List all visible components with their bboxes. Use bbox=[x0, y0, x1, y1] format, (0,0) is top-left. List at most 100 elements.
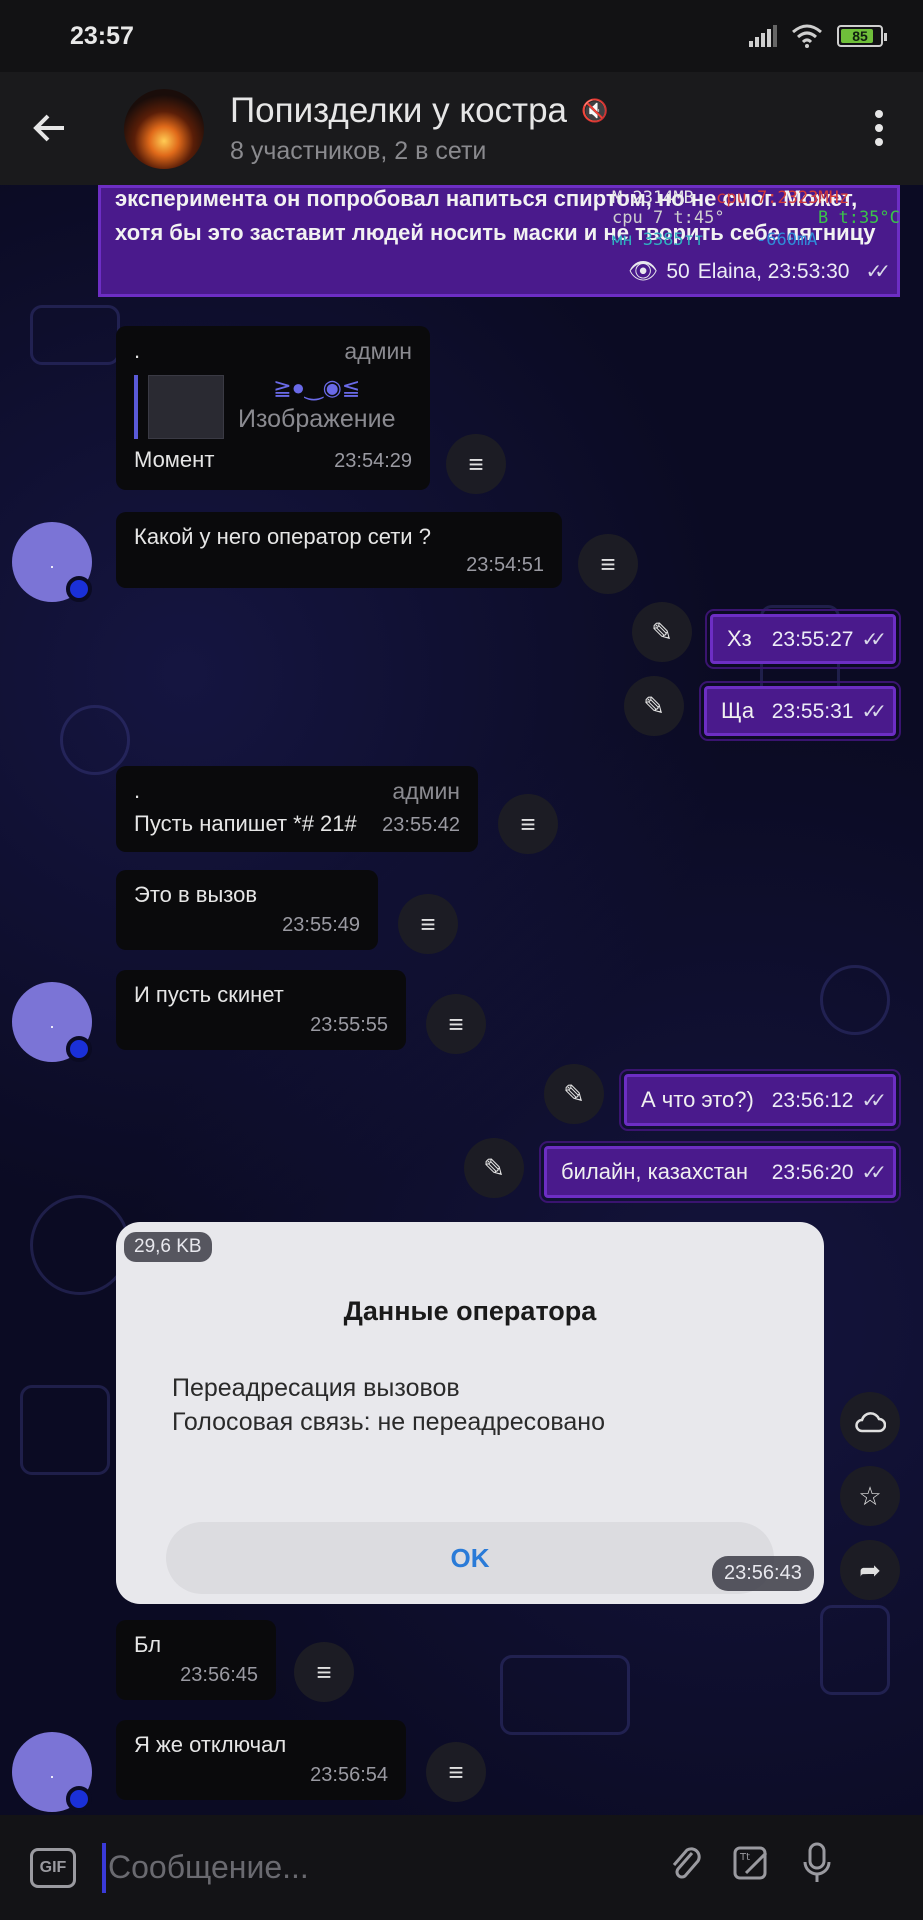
back-arrow-icon[interactable] bbox=[32, 104, 92, 154]
chat-avatar[interactable] bbox=[124, 88, 204, 169]
message-incoming[interactable]: Бл 23:56:45 bbox=[116, 1620, 276, 1700]
chat-title-block[interactable]: Попизделки у костра 🔇 8 участников, 2 в … bbox=[230, 91, 608, 166]
views-count: 50 bbox=[666, 259, 690, 283]
message-text: А что это?) bbox=[641, 1087, 754, 1112]
favorite-button[interactable]: ☆ bbox=[840, 1466, 900, 1526]
edit-pencil-button[interactable]: ✎ bbox=[544, 1064, 604, 1124]
menu-lines-icon: ≡ bbox=[468, 448, 484, 479]
photo-time-badge: 23:56:43 bbox=[712, 1556, 814, 1591]
svg-text:Tt: Tt bbox=[739, 1852, 750, 1863]
message-actions-button[interactable]: ≡ bbox=[426, 994, 486, 1054]
read-check-icon: ✓✓ bbox=[861, 1162, 886, 1184]
status-icons: 85 bbox=[749, 24, 887, 48]
read-check-icon: ✓✓ bbox=[861, 1090, 886, 1112]
message-time: 23:56:12 bbox=[771, 1089, 854, 1112]
message-meta: 👁 50 Elaina, 23:53:30 ✓✓ bbox=[627, 257, 891, 286]
message-actions-button[interactable]: ≡ bbox=[498, 794, 558, 854]
message-actions-button[interactable]: ≡ bbox=[398, 894, 458, 954]
message-outgoing[interactable]: А что это?) 23:56:12 ✓✓ bbox=[619, 1069, 901, 1131]
message-time: 23:54:51 bbox=[466, 554, 544, 576]
pencil-icon: ✎ bbox=[643, 690, 665, 721]
message-text: Пусть напишет *# 21# bbox=[134, 811, 357, 836]
message-time: 23:55:49 bbox=[282, 914, 360, 936]
admin-badge: админ bbox=[344, 338, 412, 364]
sender-name: . bbox=[134, 338, 141, 363]
battery-percent: 85 bbox=[852, 28, 868, 44]
message-incoming[interactable]: . админ Пусть напишет *# 21# 23:55:42 bbox=[116, 766, 478, 852]
attach-paperclip-icon[interactable] bbox=[668, 1843, 702, 1892]
photo-message[interactable]: Данные оператора Переадресация вызовов Г… bbox=[116, 1222, 824, 1604]
message-time: 23:55:31 bbox=[771, 700, 854, 723]
text-cursor bbox=[102, 1842, 106, 1893]
dialog-line: Переадресация вызовов bbox=[172, 1374, 460, 1402]
status-time: 23:57 bbox=[70, 21, 134, 50]
message-incoming[interactable]: Я же отключал 23:56:54 bbox=[116, 1720, 406, 1800]
message-body: Момент 23:54:29 bbox=[134, 447, 412, 473]
avatar[interactable]: . bbox=[12, 982, 92, 1062]
message-input[interactable] bbox=[108, 1849, 668, 1886]
views-eye-icon: 👁 bbox=[627, 258, 659, 285]
microphone-icon[interactable] bbox=[802, 1842, 832, 1893]
edit-pencil-button[interactable]: ✎ bbox=[464, 1138, 524, 1198]
message-text: Я же отключал bbox=[134, 1732, 287, 1757]
reply-bar bbox=[134, 375, 138, 439]
more-options-icon[interactable] bbox=[875, 110, 883, 146]
message-sender-row: . админ bbox=[134, 778, 460, 805]
message-sender-row: . админ bbox=[134, 338, 412, 365]
message-actions-button[interactable]: ≡ bbox=[426, 1742, 486, 1802]
pencil-icon: ✎ bbox=[651, 616, 673, 647]
sender-name: . bbox=[134, 778, 141, 803]
message-actions-button[interactable]: ≡ bbox=[578, 534, 638, 594]
message-time: 23:56:20 bbox=[771, 1161, 854, 1184]
reply-label: Изображение bbox=[238, 405, 396, 433]
read-check-icon: ✓✓ bbox=[861, 701, 886, 723]
avatar-letter: . bbox=[49, 551, 55, 572]
overlay-misc: мн 3385тт bbox=[612, 230, 705, 250]
message-incoming[interactable]: И пусть скинет 23:55:55 bbox=[116, 970, 406, 1050]
forward-button[interactable]: ➦ bbox=[840, 1540, 900, 1600]
stickers-gallery-icon[interactable]: Tt bbox=[732, 1843, 772, 1892]
message-outgoing[interactable]: билайн, казахстан 23:56:20 ✓✓ bbox=[539, 1141, 901, 1203]
chat-header: Попизделки у костра 🔇 8 участников, 2 в … bbox=[0, 72, 923, 185]
edit-pencil-button[interactable]: ✎ bbox=[632, 602, 692, 662]
avatar[interactable]: . bbox=[12, 1732, 92, 1812]
menu-lines-icon: ≡ bbox=[316, 1656, 332, 1687]
forward-arrow-icon: ➦ bbox=[859, 1554, 881, 1585]
message-author-time: Elaina, 23:53:30 bbox=[697, 259, 850, 283]
admin-badge: админ bbox=[392, 778, 460, 804]
photo-size-badge: 29,6 KB bbox=[124, 1232, 212, 1262]
online-indicator bbox=[66, 1036, 92, 1062]
message-outgoing[interactable]: Ща 23:55:31 ✓✓ bbox=[699, 681, 901, 741]
edit-pencil-button[interactable]: ✎ bbox=[624, 676, 684, 736]
chat-subtitle: 8 участников, 2 в сети bbox=[230, 137, 487, 165]
wallpaper-doodle bbox=[30, 1195, 130, 1295]
message-outgoing[interactable]: Хз 23:55:27 ✓✓ bbox=[705, 609, 901, 669]
status-bar: 23:57 85 bbox=[0, 0, 923, 72]
battery-icon: 85 bbox=[837, 25, 887, 47]
menu-lines-icon: ≡ bbox=[448, 1756, 464, 1787]
wifi-icon bbox=[792, 24, 822, 48]
save-to-cloud-button[interactable] bbox=[840, 1392, 900, 1452]
reply-preview[interactable]: ≧●‿◉≦ Изображение bbox=[134, 375, 412, 439]
reply-emoji: ≧●‿◉≦ bbox=[273, 375, 361, 400]
gif-button[interactable]: GIF bbox=[30, 1847, 76, 1888]
overlay-mem: M:2314MB bbox=[612, 188, 694, 208]
menu-lines-icon: ≡ bbox=[520, 808, 536, 839]
wallpaper-doodle bbox=[60, 705, 130, 775]
message-text: Хз bbox=[727, 626, 752, 651]
message-actions-button[interactable]: ≡ bbox=[446, 434, 506, 494]
message-time: 23:55:27 bbox=[771, 628, 854, 651]
chat-title: Попизделки у костра 🔇 bbox=[230, 91, 608, 131]
message-incoming[interactable]: . админ ≧●‿◉≦ Изображение Момент 23:54:2… bbox=[116, 326, 430, 490]
avatar[interactable]: . bbox=[12, 522, 92, 602]
menu-lines-icon: ≡ bbox=[600, 548, 616, 579]
message-actions-button[interactable]: ≡ bbox=[294, 1642, 354, 1702]
pencil-icon: ✎ bbox=[563, 1078, 585, 1109]
message-incoming[interactable]: Это в вызов 23:55:49 bbox=[116, 870, 378, 950]
message-time: 23:54:29 bbox=[334, 450, 412, 472]
message-text: Это в вызов bbox=[134, 882, 258, 907]
message-text: Ща bbox=[721, 698, 755, 723]
overlay-cpu-temp: cpu 7 t:45° bbox=[612, 208, 725, 228]
dialog-ok-button: OK bbox=[166, 1522, 774, 1594]
message-incoming[interactable]: Какой у него оператор сети ? 23:54:51 bbox=[116, 512, 562, 588]
